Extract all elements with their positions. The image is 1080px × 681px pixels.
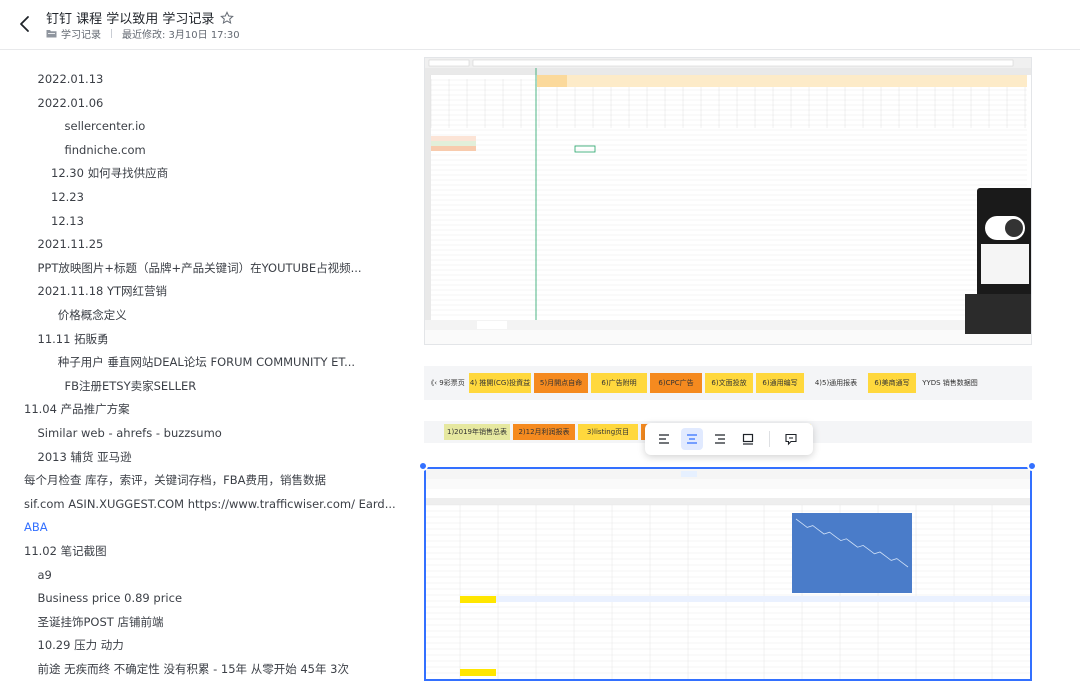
align-right-button[interactable] (709, 428, 731, 450)
sheet-tab[interactable]: 6)CPC广告 (650, 373, 702, 393)
outline-item[interactable]: sif.com ASIN.XUGGEST.COM https://www.tra… (24, 496, 396, 512)
align-center-icon (687, 434, 697, 444)
outline-item[interactable]: findniche.com (65, 142, 146, 158)
outline-item[interactable]: FB注册ETSY卖家SELLER (65, 378, 197, 394)
sheet-tab[interactable]: YYDS 销售数据图 (919, 373, 981, 393)
outline-item[interactable]: 12.13 (51, 213, 84, 229)
spreadsheet-grid-graphic (425, 58, 1031, 344)
outline-item[interactable]: sellercenter.io (65, 118, 146, 134)
sheet-tab[interactable]: 5)月開点自命 (534, 373, 588, 393)
meta-divider (111, 29, 112, 38)
outline-item[interactable]: 11.11 拓販勇 (38, 331, 109, 347)
star-icon[interactable] (220, 10, 235, 25)
document-outline: 2022.01.13 2022.01.06 sellercenter.io findn… (0, 50, 410, 681)
folder-icon (46, 30, 57, 38)
sheet-tab[interactable]: 6)通用编写 (756, 373, 804, 393)
outline-link[interactable]: ABA (24, 519, 48, 535)
outline-item[interactable]: 种子用户 垂直网站DEAL论坛 FORUM COMMUNITY ET... (58, 354, 355, 370)
align-left-icon (659, 434, 669, 444)
title-row: 钉钉 课程 学以致用 学习记录 (46, 8, 235, 27)
outline-item[interactable]: 2022.01.13 (38, 71, 104, 87)
outline-item[interactable]: Similar web - ahrefs - buzzsumo (38, 425, 222, 441)
sheet-tab[interactable]: 3)listing页目 (578, 424, 638, 440)
outline-item[interactable]: 2021.11.25 (38, 236, 104, 252)
sheet-tab[interactable]: 4) 推開(CG)投資益 (469, 373, 531, 393)
outline-item[interactable]: 2021.11.18 YT网红营销 (38, 283, 168, 299)
image-block-button[interactable] (737, 428, 759, 450)
doc-meta: 学习记录 最近修改: 3月10日 17:30 (46, 26, 240, 41)
outline-item[interactable]: Business price 0.89 price (38, 590, 183, 606)
align-right-icon (715, 434, 725, 444)
outline-item[interactable]: 价格概念定义 (58, 307, 127, 323)
resize-handle-top-right[interactable] (1027, 461, 1037, 471)
doc-header: 钉钉 课程 学以致用 学习记录 学习记录 最近修改: 3月10日 17:30 (0, 0, 1080, 50)
outline-item[interactable]: 圣诞挂饰POST 店铺前端 (38, 614, 164, 630)
resize-handle-top-left[interactable] (418, 461, 428, 471)
outline-item[interactable]: a9 (38, 567, 52, 583)
comment-button[interactable] (780, 428, 802, 450)
sheet-tabs-screenshot-image[interactable]: 《‹ 9彩票页 4) 推開(CG)投資益 5)月開点自命 6)广告附明 6)CPC广告 6… (424, 366, 1032, 400)
outline-item[interactable]: 11.04 产品推广方案 (24, 401, 130, 417)
outline-item[interactable]: 12.30 如何寻找供应商 (51, 165, 168, 181)
last-modified: 最近修改: 3月10日 17:30 (122, 30, 240, 41)
doc-title[interactable]: 钉钉 课程 学以致用 学习记录 (46, 8, 214, 27)
sheet-tab[interactable]: 《‹ 9彩票页 (426, 373, 466, 393)
outline-item[interactable]: 10.29 压力 动力 (38, 637, 124, 653)
spreadsheet-chart-graphic (426, 469, 1030, 679)
sheet-tab[interactable]: 2)12月利润报表 (513, 424, 575, 440)
outline-item[interactable]: 每个月检查 库存，索评，关键词存档，FBA费用，销售数据 (24, 472, 326, 488)
outline-item[interactable]: 2022.01.06 (38, 95, 104, 111)
sheet-tab[interactable]: 4)5)通用报表 (807, 373, 865, 393)
image-align-toolbar (645, 423, 813, 455)
outline-item[interactable]: 11.02 笔记截图 (24, 543, 107, 559)
outline-item[interactable]: 前途 无疾而终 不确定性 没有积累 - 15年 从零开始 45年 3次 (38, 661, 349, 677)
sheet-tab[interactable]: 6)文面投放 (705, 373, 753, 393)
align-left-button[interactable] (653, 428, 675, 450)
align-center-button[interactable] (681, 428, 703, 450)
image-block-icon (742, 433, 754, 445)
folder-name[interactable]: 学习记录 (61, 26, 101, 41)
comment-icon (785, 433, 797, 446)
spreadsheet-chart-screenshot-image[interactable] (424, 467, 1032, 681)
outline-item[interactable]: 12.23 (51, 189, 84, 205)
spreadsheet-screenshot-image[interactable] (424, 57, 1032, 345)
sheet-tab[interactable]: 1)2019年销售总表 (444, 424, 510, 440)
back-arrow-icon[interactable] (14, 13, 36, 35)
sheet-tab[interactable]: 6)广告附明 (591, 373, 647, 393)
sheet-tab[interactable]: 6)美商通写 (868, 373, 916, 393)
outline-item[interactable]: 2013 辅货 亚马逊 (38, 449, 132, 465)
toolbar-divider (769, 431, 770, 447)
outline-item[interactable]: PPT放映图片+标题（品牌+产品关键词）在YOUTUBE占视频... (38, 260, 362, 276)
